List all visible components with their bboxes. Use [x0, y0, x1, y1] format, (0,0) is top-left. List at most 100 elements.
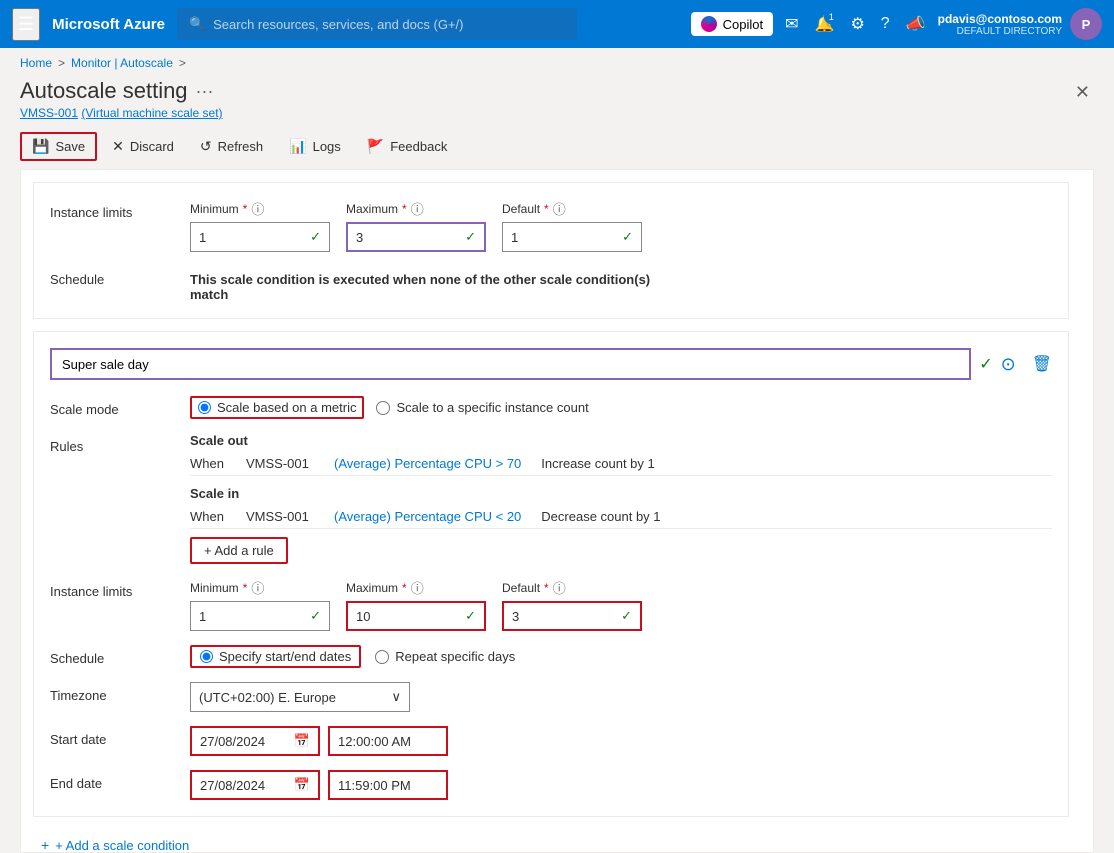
specify-dates-option[interactable]: Specify start/end dates	[190, 645, 361, 668]
search-input[interactable]	[213, 17, 565, 32]
cond-default-value: 3	[512, 609, 519, 624]
logs-icon: 📊	[289, 138, 306, 155]
maximum-input[interactable]: 3 ✓	[346, 222, 486, 252]
page-more-icon[interactable]: ···	[196, 81, 214, 102]
page-subtitle: VMSS-001 (Virtual machine scale set)	[20, 106, 223, 120]
repeat-days-radio[interactable]	[375, 650, 389, 664]
condition-instance-limits-label: Instance limits	[50, 578, 170, 599]
breadcrumb-sep-1: >	[58, 56, 65, 70]
default-info-icon[interactable]: ⓘ	[553, 199, 566, 218]
nav-right: Copilot ✉ 🔔 1 ⚙ ? 📣 pdavis@contoso.com D…	[691, 8, 1102, 40]
save-button[interactable]: 💾 Save	[20, 132, 97, 161]
rules-content: Scale out When VMSS-001 (Average) Percen…	[190, 433, 1052, 564]
logs-button[interactable]: 📊 Logs	[278, 133, 352, 160]
add-rule-button[interactable]: + Add a rule	[190, 537, 288, 564]
breadcrumb-monitor[interactable]: Monitor | Autoscale	[71, 56, 173, 70]
minimum-info-icon[interactable]: ⓘ	[251, 199, 264, 218]
start-time-input[interactable]: 12:00:00 AM	[328, 726, 448, 756]
default-instance-limits-row: Instance limits Minimum * ⓘ 1 ✓ Maximum	[50, 199, 1052, 252]
end-date-row: End date 27/08/2024 📅 11:59:00 PM	[50, 770, 1052, 800]
instance-limits-fields: Minimum * ⓘ 1 ✓ Maximum * ⓘ	[190, 199, 1052, 252]
avatar[interactable]: P	[1070, 8, 1102, 40]
metric-radio-option[interactable]: Scale based on a metric	[190, 396, 364, 419]
default-input[interactable]: 1 ✓	[502, 222, 642, 252]
hamburger-menu[interactable]: ☰	[12, 8, 40, 41]
cond-maximum-check: ✓	[465, 608, 476, 624]
minimum-check-icon: ✓	[310, 229, 321, 245]
scale-in-label: Scale in	[190, 486, 1052, 501]
copilot-button[interactable]: Copilot	[691, 12, 773, 36]
save-label: Save	[55, 139, 85, 154]
scale-out-resource: VMSS-001	[246, 456, 326, 471]
cond-minimum-group: Minimum * ⓘ 1 ✓	[190, 578, 330, 631]
start-date-label: Start date	[50, 726, 170, 747]
scale-out-metric[interactable]: (Average) Percentage CPU > 70	[334, 456, 521, 471]
end-time-input[interactable]: 11:59:00 PM	[328, 770, 448, 800]
user-info: pdavis@contoso.com DEFAULT DIRECTORY	[938, 12, 1062, 37]
repeat-days-label: Repeat specific days	[395, 649, 515, 664]
cond-max-info[interactable]: ⓘ	[411, 578, 424, 597]
end-date-input[interactable]: 27/08/2024 📅	[190, 770, 320, 800]
schedule-label: Schedule	[50, 266, 170, 287]
maximum-value: 3	[356, 230, 363, 245]
discard-button[interactable]: ✕ Discard	[101, 133, 185, 160]
help-btn[interactable]: ?	[877, 11, 894, 37]
settings-btn[interactable]: ⚙	[846, 10, 868, 38]
maximum-check-icon: ✓	[465, 229, 476, 245]
cond-minimum-input[interactable]: 1 ✓	[190, 601, 330, 631]
repeat-days-option[interactable]: Repeat specific days	[375, 649, 515, 664]
scale-out-action: Increase count by 1	[541, 456, 1052, 471]
timezone-value: (UTC+02:00) E. Europe	[199, 690, 336, 705]
condition-schedule-options: Specify start/end dates Repeat specific …	[190, 645, 515, 668]
search-icon: 🔍	[189, 16, 205, 32]
minimum-input[interactable]: 1 ✓	[190, 222, 330, 252]
specific-radio[interactable]	[376, 401, 390, 415]
minimum-required: *	[243, 202, 248, 216]
email-icon-btn[interactable]: ✉	[781, 10, 802, 38]
start-date-input[interactable]: 27/08/2024 📅	[190, 726, 320, 756]
specify-dates-radio[interactable]	[200, 650, 213, 663]
refresh-button[interactable]: ↺ Refresh	[189, 133, 274, 160]
add-scale-condition-button[interactable]: + + Add a scale condition	[21, 829, 209, 853]
scale-in-metric[interactable]: (Average) Percentage CPU < 20	[334, 509, 521, 524]
condition-instance-limits-row: Instance limits Minimum * ⓘ 1 ✓ Maximum	[50, 578, 1052, 631]
schedule-text: This scale condition is executed when no…	[190, 266, 690, 302]
add-rule-label: + Add a rule	[204, 543, 274, 558]
specific-radio-option[interactable]: Scale to a specific instance count	[376, 400, 588, 415]
discard-icon: ✕	[112, 138, 124, 155]
condition-name-input[interactable]	[50, 348, 971, 380]
breadcrumb-home[interactable]: Home	[20, 56, 52, 70]
notification-btn[interactable]: 🔔 1	[811, 10, 839, 38]
condition-nav-arrow[interactable]: ⊙	[1001, 354, 1016, 375]
discard-label: Discard	[130, 139, 174, 154]
condition-delete-icon[interactable]: 🗑	[1032, 354, 1052, 374]
copilot-icon	[701, 16, 717, 32]
page-title-group: Autoscale setting ··· VMSS-001 (Virtual …	[20, 78, 223, 120]
main-content: Instance limits Minimum * ⓘ 1 ✓ Maximum	[20, 169, 1094, 853]
resource-name[interactable]: VMSS-001	[20, 106, 78, 120]
default-check-icon: ✓	[622, 229, 633, 245]
maximum-label: Maximum	[346, 202, 398, 216]
add-condition-label: + Add a scale condition	[55, 838, 189, 853]
cond-default-input[interactable]: 3 ✓	[502, 601, 642, 631]
maximum-info-icon[interactable]: ⓘ	[411, 199, 424, 218]
default-required: *	[544, 202, 549, 216]
scale-in-action: Decrease count by 1	[541, 509, 1052, 524]
feedback-button[interactable]: 🚩 Feedback	[356, 133, 459, 160]
close-button[interactable]: ✕	[1071, 78, 1094, 107]
metric-radio-label: Scale based on a metric	[217, 400, 356, 415]
cond-def-info[interactable]: ⓘ	[553, 578, 566, 597]
timezone-select[interactable]: (UTC+02:00) E. Europe ∨	[190, 682, 410, 712]
metric-radio[interactable]	[198, 401, 211, 414]
save-icon: 💾	[32, 138, 49, 155]
minimum-label: Minimum	[190, 202, 239, 216]
start-date-calendar-icon: 📅	[294, 733, 310, 749]
scale-mode-row: Scale mode Scale based on a metric Scale…	[50, 396, 1052, 419]
feedback-nav-btn[interactable]: 📣	[902, 10, 930, 38]
search-bar[interactable]: 🔍	[177, 8, 577, 40]
cond-min-info[interactable]: ⓘ	[251, 578, 264, 597]
start-date-row: Start date 27/08/2024 📅 12:00:00 AM	[50, 726, 1052, 756]
cond-maximum-input[interactable]: 10 ✓	[346, 601, 486, 631]
refresh-label: Refresh	[218, 139, 264, 154]
add-condition-icon: +	[41, 837, 49, 853]
